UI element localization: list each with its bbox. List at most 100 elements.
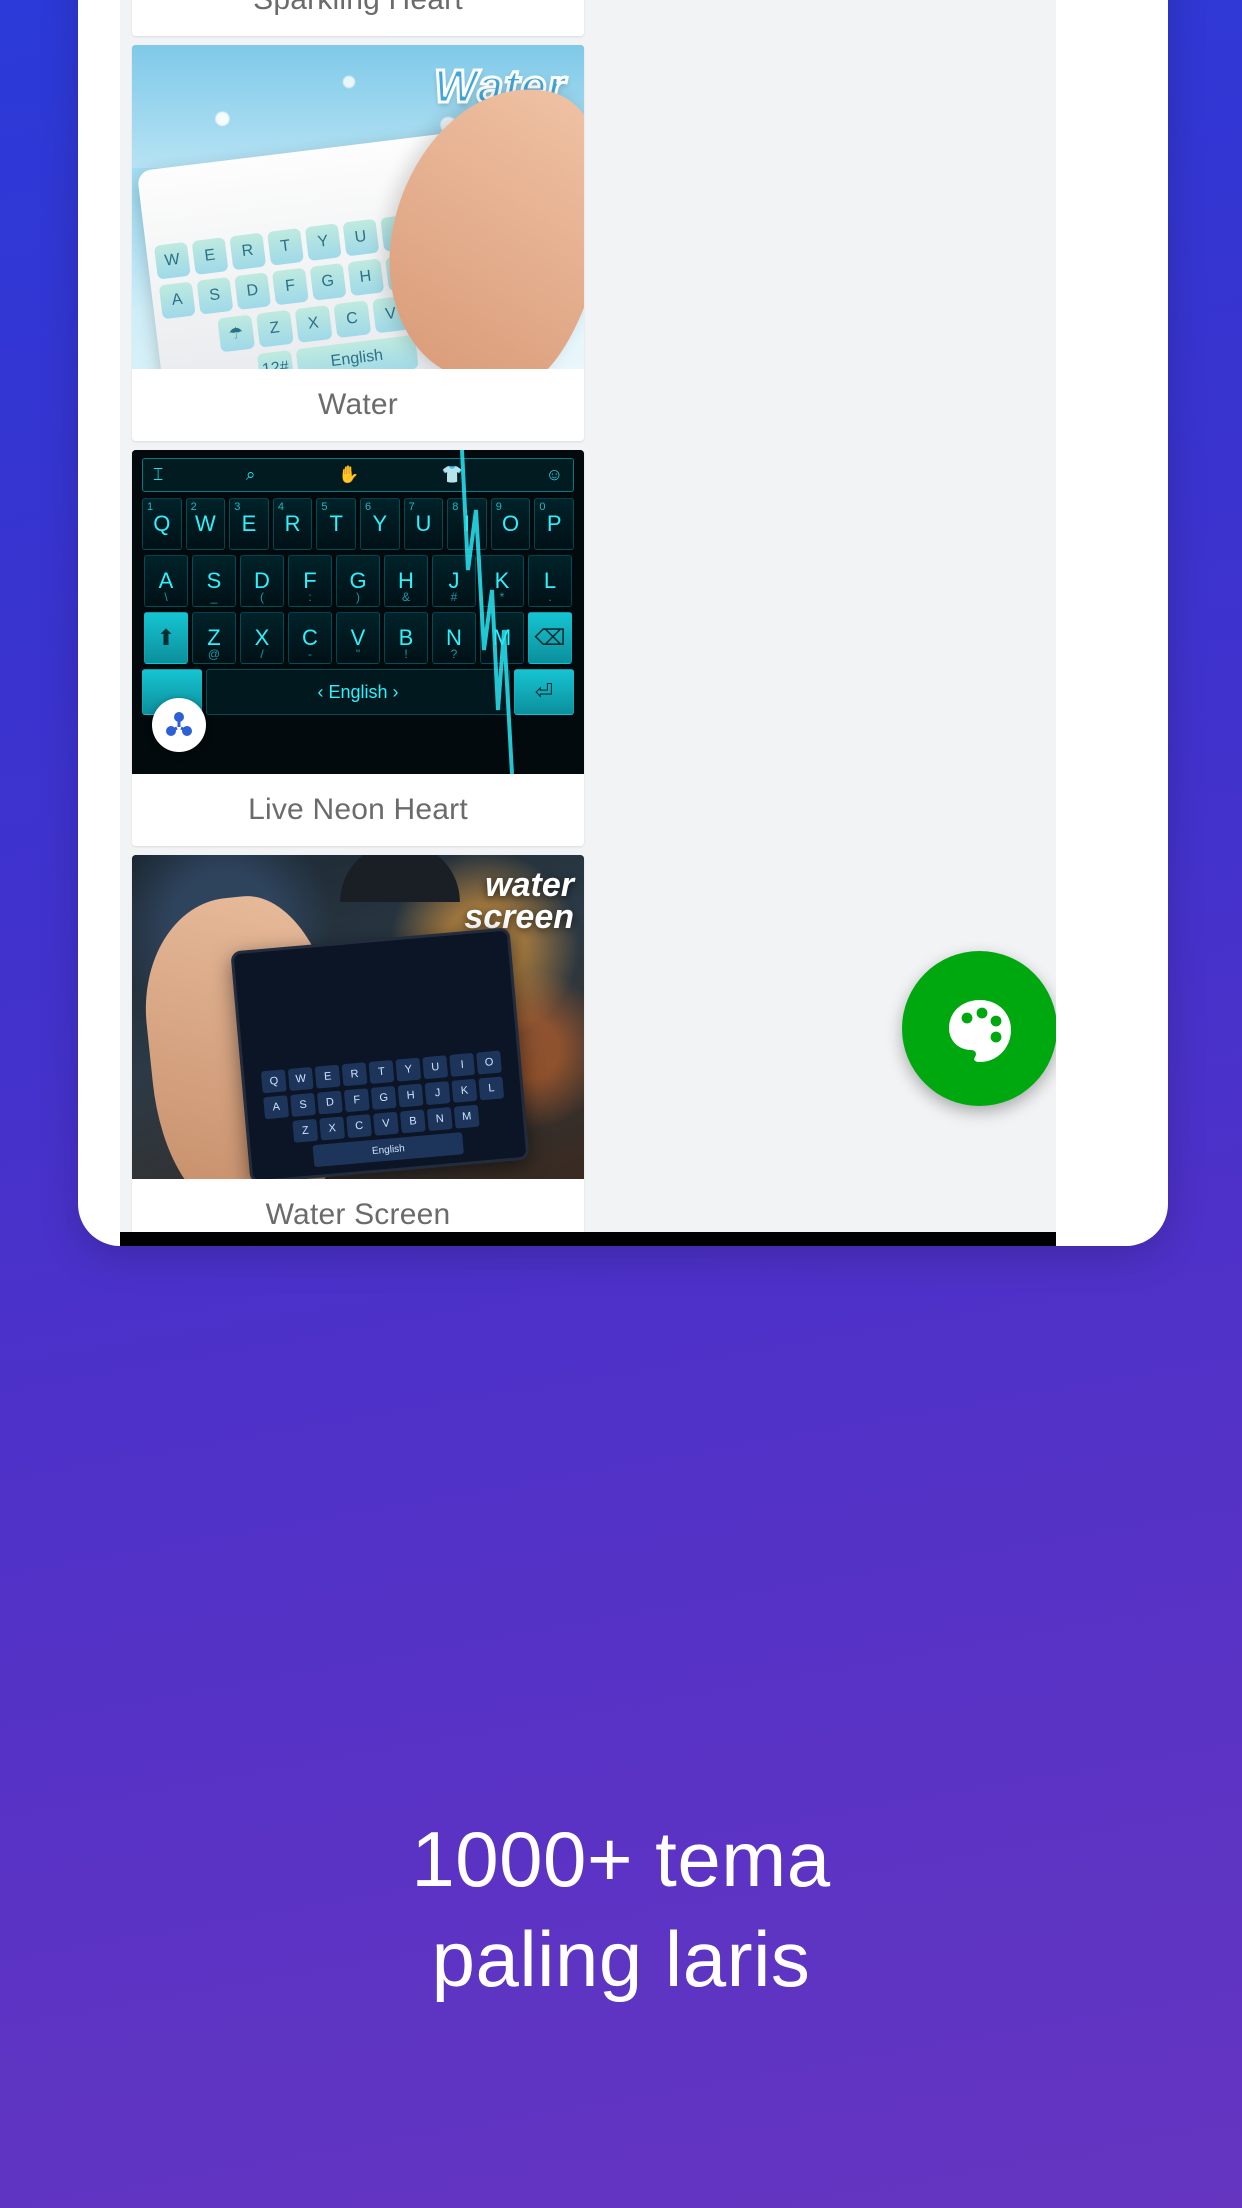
key: Y [304, 222, 342, 261]
key: B [400, 1109, 427, 1134]
key: 5T [316, 498, 356, 550]
key: K * [480, 555, 524, 607]
key: M [454, 1105, 481, 1130]
neon-keyboard-art: ⌶ ⌕ ✋ 👕 ☺ 1Q 2W 3E 4R 5 T 6 Y 7 U 8 I 9 … [132, 450, 584, 774]
key: U [422, 1055, 449, 1080]
key: N? [432, 612, 476, 664]
key-number: 1 [147, 501, 154, 513]
key: 1Q [142, 498, 182, 550]
key: I [449, 1053, 476, 1078]
key: Z [255, 309, 294, 348]
key-number: 6 [365, 501, 372, 513]
keyboard-row: ‹ English › ⏎ [142, 669, 574, 715]
app-logo-icon [152, 698, 206, 752]
key: 9O [490, 498, 531, 550]
key: Y [396, 1058, 422, 1083]
home-button[interactable] [528, 1232, 648, 1246]
search-icon: ⌕ [245, 465, 256, 484]
key: H [398, 1084, 425, 1109]
water-screen-wordmark: water screen [464, 866, 574, 937]
key: G [309, 262, 347, 301]
recents-button[interactable] [840, 1232, 960, 1246]
android-nav-bar [120, 1232, 1056, 1246]
theme-card-sparkling-heart[interactable]: Q W E R T Y U I O P A [132, 0, 584, 36]
key: 3E [229, 498, 269, 550]
key: K [452, 1079, 478, 1104]
theme-thumbnail[interactable]: ⌶ ⌕ ✋ 👕 ☺ 1Q 2W 3E 4R 5 T 6 Y 7 U 8 I 9 … [132, 450, 584, 774]
key: D [234, 271, 272, 310]
key: O [476, 1051, 503, 1076]
promo-line-1: 1000+ tema [411, 1815, 831, 1903]
backspace-key: ⌫ [528, 612, 572, 664]
key: F [344, 1088, 371, 1113]
theme-name: Live Neon Heart [132, 774, 584, 846]
enter-key: ⏎ [514, 669, 574, 715]
theme-card-water[interactable]: Water W E R T Y U I O P [132, 45, 584, 441]
key: R [229, 232, 267, 270]
key: 4R [272, 498, 313, 550]
key: 0P [534, 498, 574, 550]
palette-icon [948, 999, 1011, 1062]
theme-card-live-neon-heart[interactable]: ⌶ ⌕ ✋ 👕 ☺ 1Q 2W 3E 4R 5 T 6 Y 7 U 8 I 9 … [132, 450, 584, 846]
phone-mockup-frame: Q W E R T Y U I O P A [78, 0, 1168, 1246]
key: X / [240, 612, 284, 664]
theme-card-water-screen[interactable]: water screen Q W E R T Y U I O A S D F G… [132, 855, 584, 1246]
promo-caption: 1000+ tema paling laris [0, 1810, 1242, 2010]
promo-line-2: paling laris [431, 1914, 811, 2003]
key: H [347, 257, 385, 296]
keyboard-toolbar: ⌶ ⌕ ✋ 👕 ☺ [142, 458, 574, 492]
key: N [427, 1107, 454, 1132]
key: 6Y [360, 498, 400, 550]
key: S [196, 276, 234, 315]
theme-thumbnail[interactable]: water screen Q W E R T Y U I O A S D F G… [132, 855, 584, 1179]
key-number: 5 [321, 501, 328, 513]
theme-icon: ✋ [338, 465, 360, 484]
theme-palette-fab[interactable] [902, 951, 1056, 1106]
back-button[interactable] [216, 1232, 336, 1246]
key-number: 0 [539, 501, 546, 513]
key: W [288, 1067, 315, 1092]
key: L [478, 1076, 505, 1101]
key: T [369, 1060, 395, 1085]
key: C [346, 1114, 373, 1139]
phone-screen: Q W E R T Y U I O P A [120, 0, 1056, 1246]
key-number: 9 [495, 501, 502, 513]
key-number: 8 [452, 501, 459, 513]
key: Z [292, 1119, 319, 1144]
key: A \ [144, 555, 188, 607]
key: A [158, 280, 196, 319]
key: F: [288, 555, 332, 607]
key-number: 4 [277, 501, 284, 513]
theme-thumbnail[interactable]: Water W E R T Y U I O P [132, 45, 584, 369]
shift-key: ⬆ [144, 612, 188, 664]
keyboard-row: A \ S _ D( F: G) H & J # K * L. [142, 555, 574, 607]
key: L. [528, 555, 572, 607]
key: D( [240, 555, 284, 607]
key: X [319, 1116, 346, 1141]
shirt-icon: 👕 [441, 465, 463, 484]
key: E [315, 1065, 342, 1090]
cursor-icon: ⌶ [153, 465, 164, 484]
key: Z @ [192, 612, 236, 664]
key: J # [432, 555, 476, 607]
key: V [373, 1112, 400, 1137]
key: W [153, 241, 191, 280]
phone-preview: Q W E R T Y U I O A S D F G H J K L Z X … [230, 927, 531, 1179]
key-number: 2 [190, 501, 197, 513]
key: M [480, 612, 524, 664]
key: X [294, 304, 333, 343]
key: S _ [192, 555, 236, 607]
key: C- [288, 612, 332, 664]
numeric-key: 12# [256, 349, 295, 369]
key: 7U [403, 498, 444, 550]
key: C [333, 299, 372, 338]
key: S [290, 1093, 317, 1118]
keyboard-row: 1Q 2W 3E 4R 5T 6Y 7U 8I 9O 0P [142, 498, 574, 550]
key: G) [336, 555, 380, 607]
key: E [191, 236, 229, 275]
key-number: 7 [408, 501, 415, 513]
key: H & [384, 555, 428, 607]
space-key: ‹ English › [206, 669, 510, 715]
key: U [342, 218, 380, 256]
key: D [317, 1091, 344, 1116]
